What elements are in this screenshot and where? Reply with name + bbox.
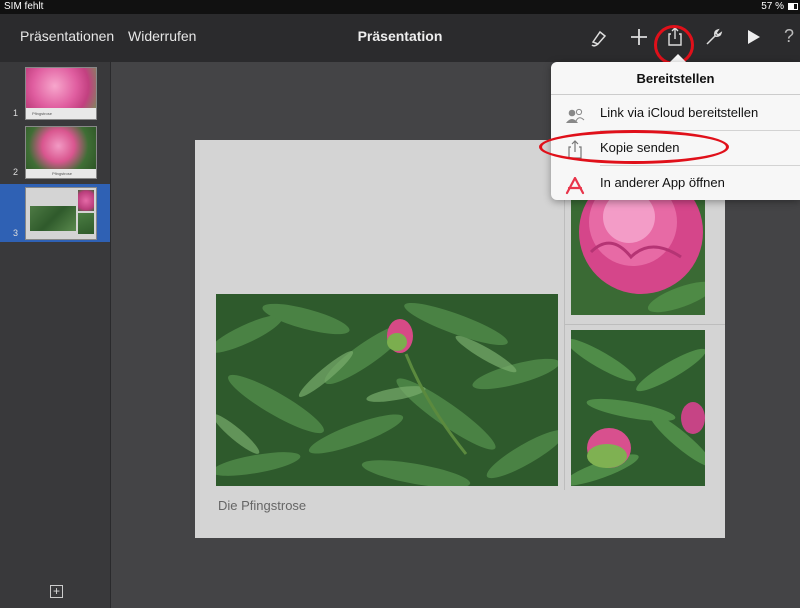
layout-divider — [564, 324, 725, 325]
menu-item-label: Link via iCloud bereitstellen — [600, 105, 759, 120]
popover-title: Bereitstellen — [551, 62, 800, 95]
help-button[interactable]: ? — [784, 26, 794, 47]
thumbnail-caption: Pfingstrose — [26, 108, 96, 119]
carrier-label: SIM fehlt — [4, 1, 44, 12]
menu-item-label: In anderer App öffnen — [600, 175, 725, 190]
slide-navigator: 1 Pfingstrose 2 Pfingstrose 3 + — [0, 62, 111, 608]
thumbnail-caption: Pfingstrose — [26, 169, 96, 178]
format-brush-icon[interactable] — [586, 24, 612, 50]
thumbnail-image — [25, 187, 97, 240]
thumbnail-image: Pfingstrose — [25, 67, 97, 120]
slide-number: 1 — [13, 108, 19, 118]
status-bar: SIM fehlt 57 % — [0, 0, 800, 14]
slide-caption-text[interactable]: Die Pfingstrose — [218, 498, 306, 513]
send-copy-highlight-ellipse — [539, 130, 729, 164]
slide-thumbnail-2[interactable]: 2 Pfingstrose — [0, 123, 110, 181]
people-icon — [565, 104, 585, 123]
add-slide-button[interactable]: + — [50, 585, 63, 598]
app-store-icon — [565, 174, 585, 195]
presentations-button[interactable]: Präsentationen — [20, 28, 114, 44]
peony-leaves-photo[interactable] — [216, 294, 558, 486]
thumbnail-image: Pfingstrose — [25, 126, 97, 179]
battery-icon — [788, 3, 798, 10]
open-in-other-app-item[interactable]: In anderer App öffnen — [551, 166, 800, 200]
battery-percentage: 57 % — [761, 1, 784, 12]
wrench-icon[interactable] — [701, 24, 727, 50]
peony-buds-photo[interactable] — [571, 330, 705, 486]
add-icon[interactable] — [626, 24, 652, 50]
share-icloud-link-item[interactable]: Link via iCloud bereitstellen — [551, 96, 800, 130]
slide-thumbnail-1[interactable]: 1 Pfingstrose — [0, 64, 110, 122]
slide-number: 2 — [13, 167, 19, 177]
play-icon[interactable] — [740, 24, 766, 50]
slide-thumbnail-3[interactable]: 3 — [0, 184, 110, 242]
undo-button[interactable]: Widerrufen — [128, 28, 196, 44]
slide-number: 3 — [13, 228, 19, 238]
